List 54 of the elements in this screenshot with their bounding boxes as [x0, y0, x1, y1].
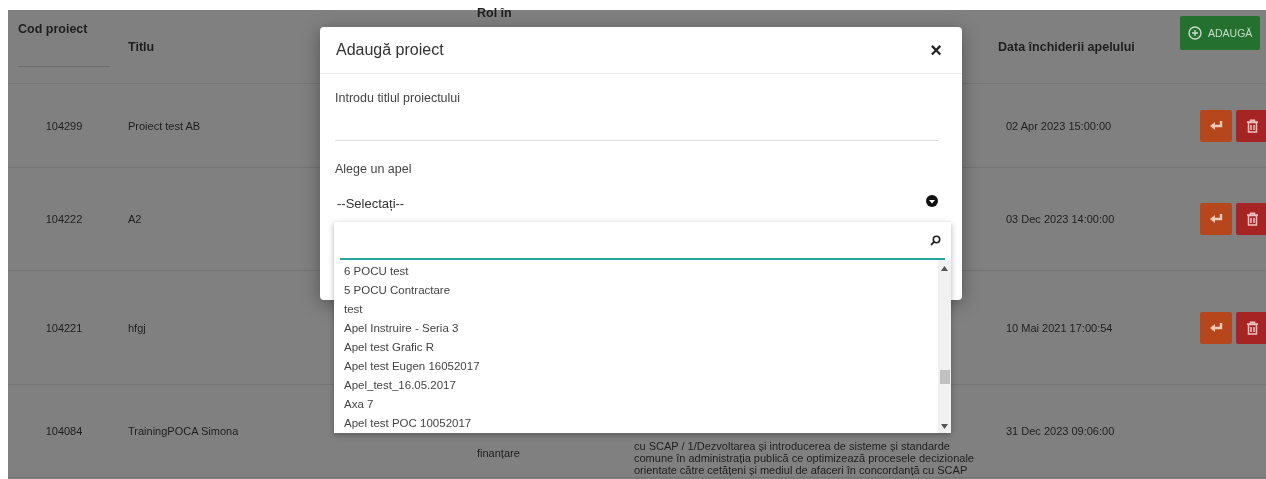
dropdown-option[interactable]: Apel test Eugen 16052017 — [334, 357, 938, 376]
reply-arrow-icon — [1209, 320, 1223, 335]
plus-circle-icon — [1188, 26, 1202, 40]
delete-button[interactable] — [1236, 203, 1266, 235]
table-cell: 104299 — [45, 119, 83, 132]
scroll-down-icon[interactable] — [941, 424, 948, 429]
description-line: orientate către cetățeni și mediul de afaceri în concordanță cu SCAP — [634, 464, 969, 476]
add-button[interactable]: ADAUGĂ — [1180, 16, 1261, 50]
table-cell: 03 Dec 2023 14:00:00 — [1006, 213, 1115, 225]
dropdown-option[interactable]: Axa 7 — [334, 395, 938, 414]
reply-arrow-icon — [1209, 212, 1223, 226]
table-cell: 104222 — [45, 213, 83, 225]
table-cell: TrainingPOCA Simona — [128, 425, 239, 437]
column-header: Data închiderii apelului — [998, 38, 1135, 56]
field-label: Alege un apel — [335, 161, 413, 178]
table-cell: Proiect test AB — [128, 119, 201, 132]
dropdown-option[interactable]: test — [334, 300, 938, 319]
modal-title: Adaugă proiect — [336, 41, 444, 59]
description-line: cu SCAP / 1/Dezvoltarea și introducerea de sisteme și standarde — [634, 440, 951, 452]
field-label: Introdu titlul proiectului — [335, 90, 462, 107]
delete-button[interactable] — [1236, 311, 1266, 344]
table-cell: hfgj — [128, 321, 146, 334]
delete-button[interactable] — [1236, 109, 1266, 142]
dropdown-option[interactable]: 6 POCU test — [334, 262, 938, 281]
scroll-up-icon[interactable] — [941, 266, 948, 271]
column-header: Rol în — [477, 5, 512, 22]
select-field[interactable]: --Selectați-- — [335, 195, 405, 213]
reply-button[interactable] — [1200, 109, 1232, 142]
dropdown-caret-icon[interactable] — [926, 195, 938, 207]
table-cell: finanțare — [477, 447, 520, 459]
table-cell: 31 Dec 2023 09:06:00 — [1006, 425, 1115, 437]
description-line: comune în administrația publică ce optimizează procesele decizionale — [634, 452, 974, 464]
search-icon — [930, 234, 941, 246]
scroll-thumb[interactable] — [940, 370, 950, 384]
table-cell: 104084 — [45, 425, 83, 437]
reply-button[interactable] — [1200, 203, 1232, 235]
dropdown-option[interactable]: Apel Instruire - Seria 3 — [334, 319, 938, 338]
table-cell: 10 Mai 2021 17:00:54 — [1006, 321, 1113, 334]
table-cell: A2 — [128, 213, 142, 225]
dropdown-option[interactable]: Apel test POC 10052017 — [334, 414, 938, 433]
trash-icon — [1245, 212, 1259, 226]
table-cell: 02 Apr 2023 15:00:00 — [1006, 119, 1112, 132]
table-cell: 104221 — [45, 321, 83, 334]
trash-icon — [1245, 118, 1259, 133]
scrollbar[interactable] — [938, 260, 951, 433]
reply-button[interactable] — [1200, 311, 1232, 344]
dropdown-option[interactable]: Apel_test_16.05.2017 — [334, 376, 938, 395]
trash-icon — [1245, 320, 1259, 335]
column-header: Titlu — [128, 38, 155, 56]
reply-arrow-icon — [1209, 118, 1223, 133]
dropdown-option[interactable]: Apel test Grafic R — [334, 338, 938, 357]
column-header: Cod proiect — [18, 18, 110, 67]
close-button[interactable]: × — [930, 40, 942, 60]
dropdown-option[interactable]: 5 POCU Contractare — [334, 281, 938, 300]
